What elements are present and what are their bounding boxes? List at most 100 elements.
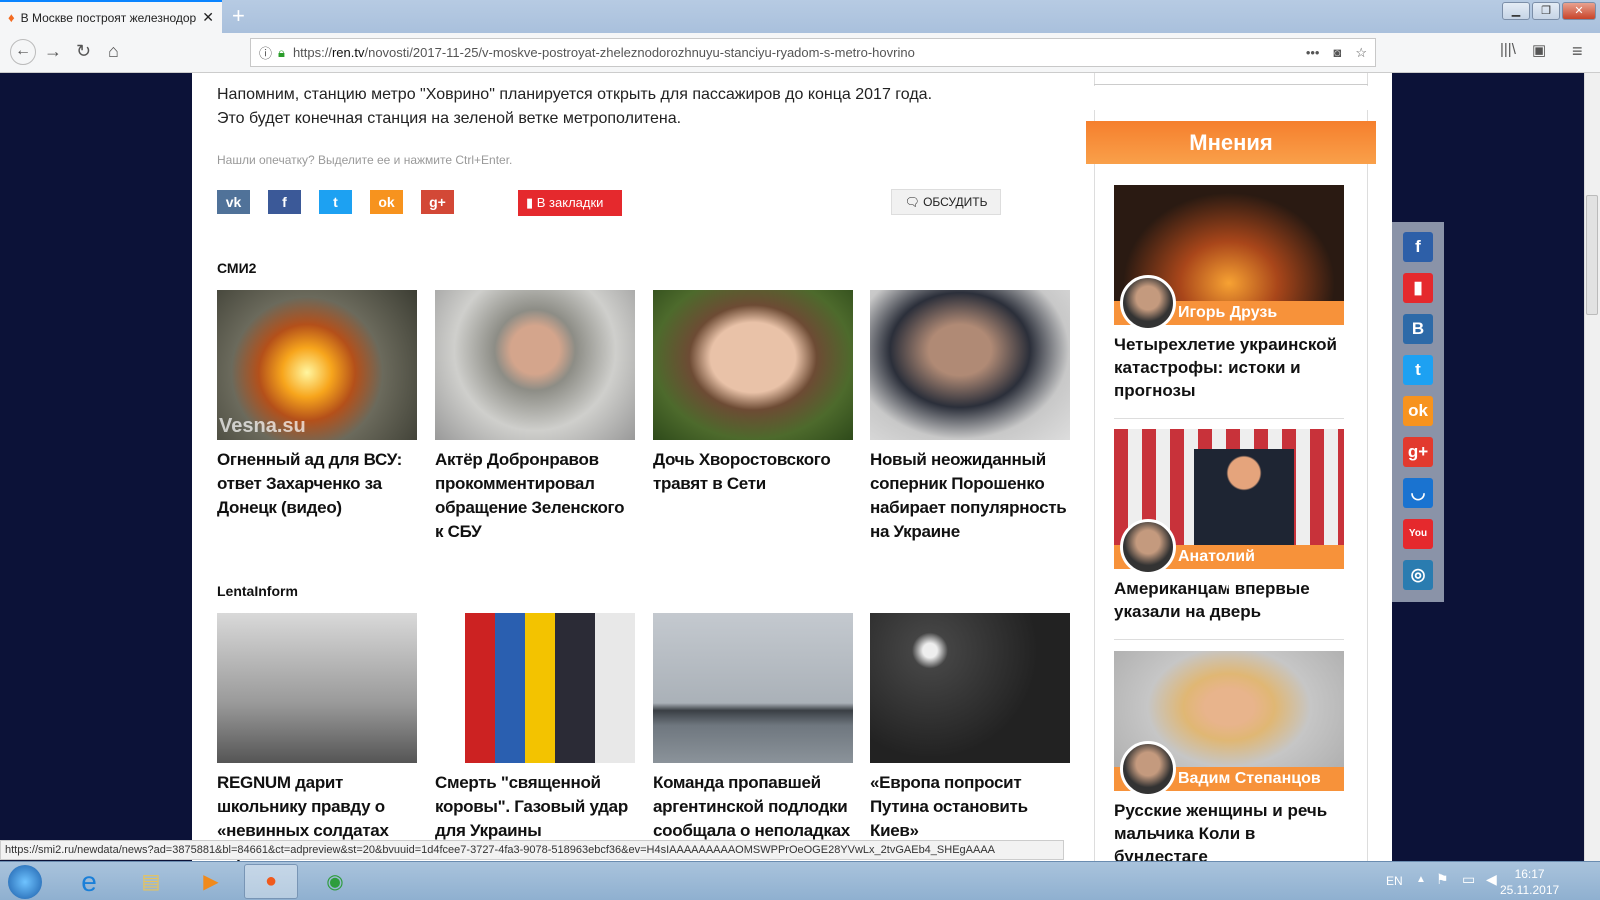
network-icon[interactable]: ▭ (1462, 871, 1475, 888)
comment-icon: 🗨︎ (904, 195, 924, 209)
clock-date: 25.11.2017 (1500, 883, 1560, 897)
info-icon[interactable]: ⓘ (259, 43, 272, 62)
internet-explorer-icon[interactable]: e (62, 864, 116, 899)
media-player-icon[interactable]: ▶ (184, 864, 238, 899)
youtube-icon[interactable]: You (1403, 519, 1433, 549)
pocket-icon[interactable]: ◙ (1333, 45, 1341, 60)
scrollbar-thumb[interactable] (1586, 195, 1598, 315)
action-center-flag-icon[interactable]: ⚑ (1436, 871, 1449, 888)
firefox-icon[interactable]: ● (244, 864, 298, 899)
news-image (653, 290, 853, 440)
news-card[interactable]: REGNUM дарит школьнику правду о «невинны… (217, 613, 417, 863)
clock[interactable]: 16:17 25.11.2017 (1500, 866, 1559, 898)
opinion-image: Вадим Степанцов (1114, 651, 1344, 797)
news-image (435, 290, 635, 440)
news-image: Vesna.su (217, 290, 417, 440)
googleplus-icon[interactable]: g+ (1403, 437, 1433, 467)
new-tab-button[interactable]: + (232, 3, 245, 29)
sidebar-gap (1093, 86, 1369, 110)
opinion-card[interactable]: Игорь Друзь Четырехлетие украинской катас… (1114, 185, 1344, 419)
smi2-heading: СМИ2 (217, 260, 257, 276)
taskbar: e ▤ ▶ ● ◉ EN ▲ ⚑ ▭ ◀ 16:17 25.11.2017 (0, 861, 1600, 900)
share-twitter-icon[interactable]: t (319, 190, 352, 214)
lock-icon: 🔒︎ (278, 44, 285, 60)
start-button[interactable] (0, 864, 50, 899)
news-title: Огненный ад для ВСУ: ответ Захарченко за… (217, 450, 402, 517)
lentainform-heading: LentaInform (217, 583, 298, 599)
opinion-card[interactable]: Анатолий Вассерман Американцам впервые ук… (1114, 429, 1344, 640)
divider (1114, 639, 1344, 640)
show-hidden-icons[interactable]: ▲ (1416, 874, 1426, 885)
windows-logo-icon (8, 864, 42, 899)
menu-icon[interactable]: ≡ (1572, 41, 1583, 62)
news-title: Команда пропавшей аргентинской подлодки … (653, 773, 850, 840)
status-bar: https://smi2.ru/newdata/news?ad=3875881&… (0, 840, 1064, 860)
share-odnoklassniki-icon[interactable]: ok (370, 190, 403, 214)
bookmark-star-icon[interactable]: ☆ (1355, 45, 1367, 61)
sidebar-divider (1094, 73, 1368, 85)
opinion-title: Русские женщины и речь мальчика Коли в б… (1114, 801, 1328, 863)
opinion-card[interactable]: Вадим Степанцов Русские женщины и речь ма… (1114, 651, 1344, 863)
news-card[interactable]: «Европа попросит Путина остановить Киев» (870, 613, 1070, 843)
sidebar-icon[interactable]: ▣ (1532, 41, 1546, 59)
news-card[interactable]: Команда пропавшей аргентинской подлодки … (653, 613, 853, 843)
home-icon[interactable]: ⌂ (108, 41, 119, 62)
page-content: Напомним, станцию метро "Ховрино" планир… (192, 73, 1392, 863)
facebook-icon[interactable]: f (1403, 232, 1433, 262)
twitter-icon[interactable]: t (1403, 355, 1433, 385)
author-avatar (1120, 275, 1176, 331)
tab-active[interactable]: ♦ В Москве построят железнодорожную ✕ (0, 0, 222, 33)
forward-icon[interactable]: → (44, 41, 62, 62)
tab-bar: ♦ В Москве построят железнодорожную ✕ + … (0, 0, 1600, 33)
article-paragraph: Напомним, станцию метро "Ховрино" планир… (217, 86, 933, 127)
close-window-button[interactable]: ✕ (1562, 2, 1596, 20)
bookmark-icon: ▮ (526, 195, 537, 210)
news-card[interactable]: Новый неожиданный соперник Порошенко наб… (870, 290, 1070, 544)
bookmark-button[interactable]: ▮ В закладки (518, 190, 622, 216)
scrollbar[interactable] (1584, 73, 1600, 863)
author-avatar (1120, 519, 1176, 575)
news-title: «Европа попросит Путина остановить Киев» (870, 773, 1028, 840)
maximize-button[interactable]: ❐ (1532, 2, 1560, 20)
news-image (870, 613, 1070, 763)
tab-title: В Москве построят железнодорожную (20, 10, 197, 25)
language-indicator[interactable]: EN (1386, 874, 1403, 888)
back-icon[interactable]: ← (10, 39, 36, 65)
reload-icon[interactable]: ↻ (76, 41, 91, 62)
news-card[interactable]: Актёр Добронравов прокомментировал обращ… (435, 290, 635, 544)
library-icon[interactable]: |||\ (1500, 41, 1516, 58)
image-detail (1194, 449, 1294, 545)
news-title: Новый неожиданный соперник Порошенко наб… (870, 450, 1067, 541)
instagram-icon[interactable]: ◎ (1403, 560, 1433, 590)
moimir-icon[interactable]: ◡ (1403, 478, 1433, 508)
volume-muted-icon[interactable]: ◀ (1486, 871, 1497, 888)
share-vk-icon[interactable]: vk (217, 190, 250, 214)
news-card[interactable]: Смерть "священной коровы". Газовый удар … (435, 613, 635, 843)
news-image (653, 613, 853, 763)
site-favicon-icon: ♦ (8, 10, 15, 25)
discuss-label: ОБСУДИТЬ (923, 195, 988, 209)
news-title: Актёр Добронравов прокомментировал обращ… (435, 450, 625, 541)
close-tab-icon[interactable]: ✕ (202, 9, 214, 26)
odnoklassniki-icon[interactable]: ok (1403, 396, 1433, 426)
url-domain: ren.tv (331, 45, 365, 60)
share-facebook-icon[interactable]: f (268, 190, 301, 214)
minimize-button[interactable]: ▁ (1502, 2, 1530, 20)
news-card[interactable]: Vesna.su Огненный ад для ВСУ: ответ Захар… (217, 290, 417, 520)
bookmark-icon[interactable]: ▮ (1403, 273, 1433, 303)
opinion-image: Анатолий Вассерман (1114, 429, 1344, 589)
url-bar[interactable]: ⓘ 🔒︎ https://ren.tv/novosti/2017-11-25/v… (250, 38, 1376, 67)
news-image (435, 613, 635, 763)
url-path: /novosti/2017-11-25/v-moskve-postroyat-z… (364, 45, 915, 60)
vk-icon[interactable]: B (1403, 314, 1433, 344)
chrome-icon[interactable]: ◉ (308, 864, 362, 899)
social-sidebar: f ▮ B t ok g+ ◡ You ◎ (1392, 222, 1444, 602)
clock-time: 16:17 (1514, 867, 1545, 881)
file-explorer-icon[interactable]: ▤ (124, 864, 178, 899)
share-googleplus-icon[interactable]: g+ (421, 190, 454, 214)
news-card[interactable]: Дочь Хворостовского травят в Сети (653, 290, 853, 496)
discuss-button[interactable]: 🗨︎ ОБСУДИТЬ (891, 189, 1001, 215)
opinions-heading: Мнения (1086, 121, 1376, 164)
news-image (217, 613, 417, 763)
more-actions-icon[interactable]: ••• (1306, 45, 1320, 60)
